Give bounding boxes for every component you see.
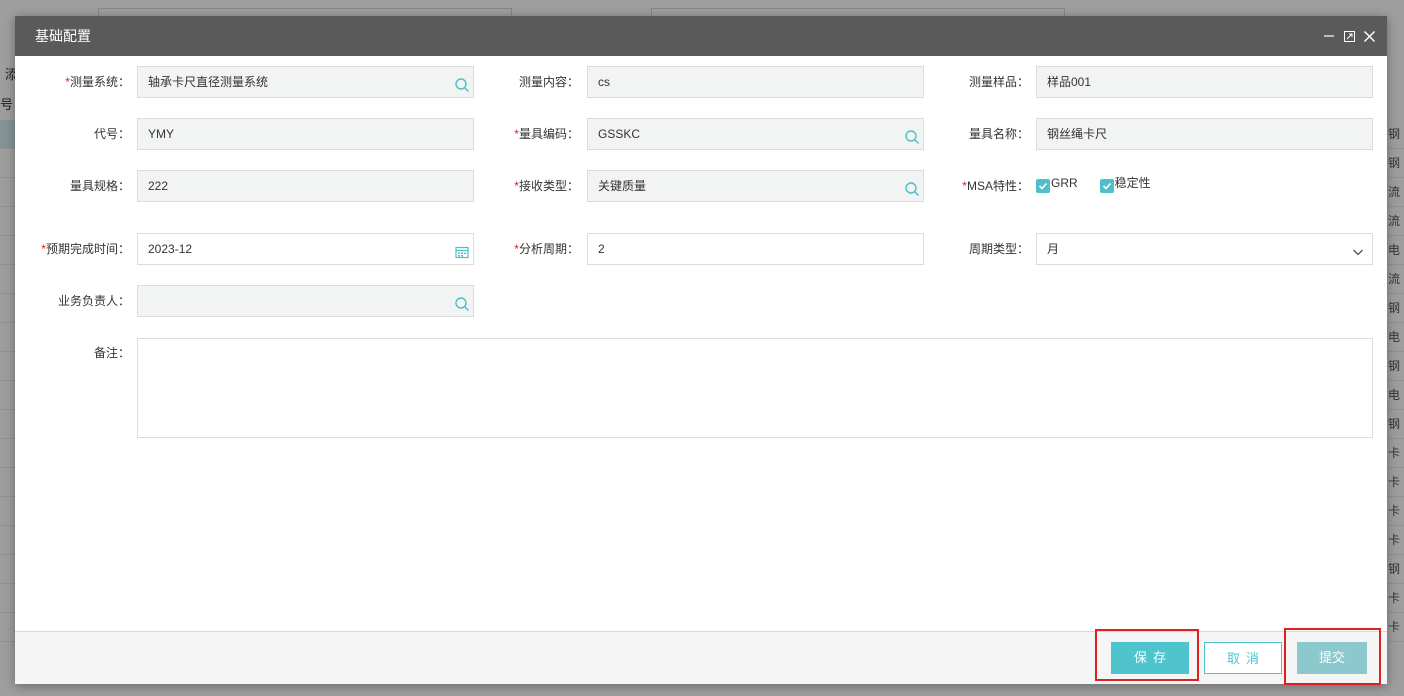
expected-time-value: 2023-12 [148,242,193,256]
receive-type-label: *接收类型： [514,179,579,193]
chevron-down-icon[interactable] [1351,241,1367,257]
measure-sample-field[interactable]: 样品001 [1036,66,1373,98]
msa-options: GRR 稳定性 [1036,176,1173,193]
msa-option-stability[interactable]: 稳定性 [1099,176,1151,193]
measure-sample-label: 测量样品： [968,75,1029,89]
measure-content-value: cs [598,75,610,89]
gauge-code-field[interactable]: GSSKC [587,118,924,150]
checkbox-checked-icon[interactable] [1099,179,1114,193]
expected-time-label: *预期完成时间： [41,242,130,256]
period-type-label: 周期类型： [968,242,1029,256]
gauge-name-value: 钢丝绳卡尺 [1047,127,1108,141]
measure-system-field[interactable]: 轴承卡尺直径测量系统 [137,66,474,98]
msa-option-grr[interactable]: GRR [1036,176,1078,193]
analysis-period-field[interactable]: 2 [587,233,924,265]
gauge-name-field[interactable]: 钢丝绳卡尺 [1036,118,1373,150]
owner-field[interactable] [137,285,474,317]
dialog-body: *测量系统： 轴承卡尺直径测量系统 测量内容： cs 测量样品： 样品001 代… [15,56,1387,631]
dialog-header: 基础配置 [15,16,1387,56]
maximize-icon[interactable] [1343,30,1355,42]
gauge-code-label: *量具编码： [514,127,579,141]
gauge-spec-field[interactable]: 222 [137,170,474,202]
gauge-spec-value: 222 [148,179,169,193]
receive-type-field[interactable]: 关键质量 [587,170,924,202]
dialog-footer: 保存 取消 提交 [15,628,1387,685]
period-type-value: 月 [1047,242,1060,256]
dialog-title: 基础配置 [35,28,91,44]
measure-sample-value: 样品001 [1047,75,1092,89]
analysis-period-value: 2 [598,242,605,256]
gauge-name-label: 量具名称： [968,127,1029,141]
receive-type-value: 关键质量 [598,179,647,193]
gauge-spec-label: 量具规格： [69,179,130,193]
owner-label: 业务负责人： [57,294,130,308]
msa-option-label: 稳定性 [1114,176,1151,190]
minimize-icon[interactable] [1323,30,1335,42]
code-label: 代号： [93,127,130,141]
measure-system-label: *测量系统： [65,75,130,89]
cancel-button[interactable]: 取消 [1204,642,1282,674]
remark-textarea[interactable] [137,338,1373,438]
gauge-code-value: GSSKC [598,127,641,141]
code-value: YMY [148,127,175,141]
measure-system-value: 轴承卡尺直径测量系统 [148,75,269,89]
measure-content-field[interactable]: cs [587,66,924,98]
code-field[interactable]: YMY [137,118,474,150]
msa-option-label: GRR [1051,176,1078,190]
measure-content-label: 测量内容： [518,75,579,89]
period-type-select[interactable]: 月 [1036,233,1373,265]
analysis-period-label: *分析周期： [514,242,579,256]
msa-label: *MSA特性： [962,179,1029,193]
close-icon[interactable] [1363,30,1375,42]
config-dialog: 基础配置 *测量系统： 轴承卡尺直径测量系统 测量内容： cs 测量样品： 样品… [15,16,1387,685]
highlight-box-submit [1284,628,1381,685]
remark-label: 备注： [93,346,130,360]
expected-time-field[interactable]: 2023-12 [137,233,474,265]
highlight-box-save [1095,629,1199,681]
search-icon[interactable] [454,293,470,312]
checkbox-checked-icon[interactable] [1036,179,1050,193]
